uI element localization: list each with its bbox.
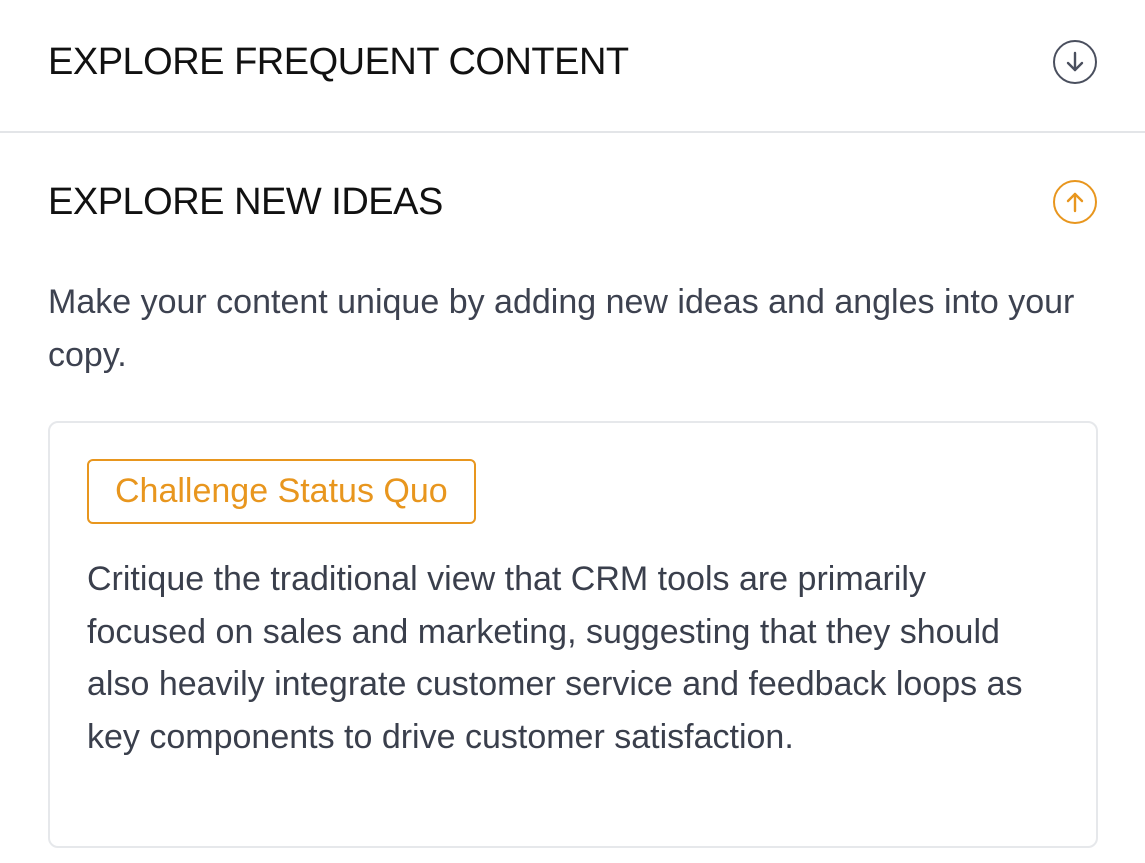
expand-toggle-button[interactable] (1053, 40, 1097, 84)
idea-text: Critique the traditional view that CRM t… (87, 560, 1023, 756)
collapse-toggle-button[interactable] (1053, 180, 1097, 224)
idea-tag: Challenge Status Quo (87, 459, 476, 524)
section-divider (0, 131, 1145, 133)
section-header-frequent-content[interactable]: EXPLORE FREQUENT CONTENT (0, 30, 1145, 94)
arrow-up-circle-icon (1066, 192, 1084, 213)
page: EXPLORE FREQUENT CONTENT EXPLORE NEW IDE… (0, 0, 1145, 863)
section-title: EXPLORE NEW IDEAS (48, 180, 443, 223)
section-title: EXPLORE FREQUENT CONTENT (48, 40, 629, 83)
idea-card: Challenge Status Quo Critique the tradit… (48, 421, 1098, 848)
arrow-down-circle-icon (1066, 51, 1084, 72)
section-header-new-ideas[interactable]: EXPLORE NEW IDEAS (0, 170, 1145, 234)
section-description: Make your content unique by adding new i… (48, 283, 1075, 374)
